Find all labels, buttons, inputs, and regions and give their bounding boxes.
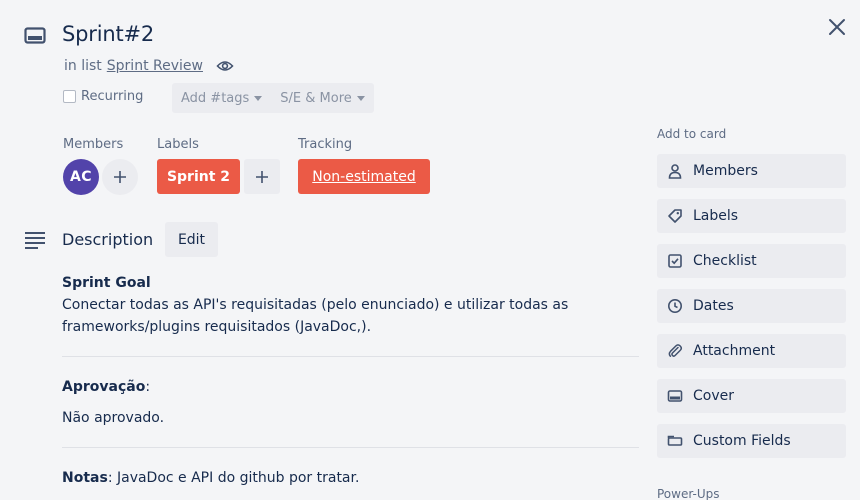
checklist-icon xyxy=(668,254,682,268)
cover-icon xyxy=(667,390,683,402)
notes-title: Notas xyxy=(62,470,108,486)
approval-title: Aprovação xyxy=(62,379,146,395)
approval-value: Não aprovado. xyxy=(62,410,165,426)
recurring-toggle[interactable]: Recurring xyxy=(63,89,143,104)
sidebar-custom-fields-button[interactable]: Custom Fields xyxy=(657,424,846,458)
label-sprint-2[interactable]: Sprint 2 xyxy=(157,159,240,194)
plus-icon xyxy=(256,170,268,183)
paperclip-icon xyxy=(668,344,683,357)
list-link[interactable]: Sprint Review xyxy=(107,58,203,74)
edit-description-button[interactable]: Edit xyxy=(165,222,218,257)
tracking-heading: Tracking xyxy=(298,137,353,152)
add-tags-label: Add #tags xyxy=(181,90,250,106)
description-body[interactable]: Sprint Goal Conectar todas as API's requ… xyxy=(62,272,639,489)
chevron-down-icon xyxy=(254,95,263,101)
sidebar-cover-label: Cover xyxy=(693,388,734,404)
sidebar-dates-button[interactable]: Dates xyxy=(657,289,846,323)
se-more-button[interactable]: S/E & More xyxy=(271,83,373,113)
add-tags-button[interactable]: Add #tags xyxy=(172,83,271,113)
description-heading: Description xyxy=(62,230,154,249)
sidebar-attachment-button[interactable]: Attachment xyxy=(657,334,846,368)
divider xyxy=(62,356,639,357)
add-to-card-sidebar: Add to card Members Labels Checklist Dat… xyxy=(657,127,846,458)
add-label-button[interactable] xyxy=(244,159,280,194)
card-icon xyxy=(24,27,46,44)
list-breadcrumb: in list Sprint Review xyxy=(64,58,234,74)
custom-fields-icon xyxy=(667,435,683,446)
add-member-button[interactable] xyxy=(102,159,138,195)
sprint-goal-title: Sprint Goal xyxy=(62,275,151,291)
sidebar-labels-button[interactable]: Labels xyxy=(657,199,846,233)
sidebar-dates-label: Dates xyxy=(693,298,734,314)
sidebar-checklist-button[interactable]: Checklist xyxy=(657,244,846,278)
members-heading: Members xyxy=(63,137,124,152)
chevron-down-icon xyxy=(356,95,365,101)
plus-icon xyxy=(114,171,126,183)
description-icon xyxy=(25,232,45,249)
se-more-label: S/E & More xyxy=(280,90,352,106)
avatar[interactable]: AC xyxy=(63,159,99,195)
sidebar-checklist-label: Checklist xyxy=(693,253,757,269)
person-icon xyxy=(668,164,682,179)
tracking-estimate-button[interactable]: Non-estimated xyxy=(298,159,430,194)
notes-text: : JavaDoc e API do github por tratar. xyxy=(107,470,360,486)
sidebar-attachment-label: Attachment xyxy=(693,343,776,359)
sprint-goal-text: Conectar todas as API's requisitadas (pe… xyxy=(62,297,569,335)
add-to-card-heading: Add to card xyxy=(657,127,727,141)
close-icon[interactable] xyxy=(826,16,848,38)
divider xyxy=(62,447,639,448)
eye-icon[interactable] xyxy=(216,59,234,73)
labels-heading: Labels xyxy=(157,137,199,152)
sidebar-labels-label: Labels xyxy=(693,208,739,224)
recurring-label: Recurring xyxy=(81,89,144,104)
tag-icon xyxy=(668,209,682,223)
power-ups-heading: Power-Ups xyxy=(657,487,720,500)
clock-icon xyxy=(668,299,682,313)
recurring-checkbox[interactable] xyxy=(63,90,76,103)
sidebar-members-label: Members xyxy=(693,163,758,179)
in-list-prefix: in list xyxy=(64,58,102,74)
card-title[interactable]: Sprint#2 xyxy=(62,22,154,46)
approval-colon: : xyxy=(145,379,151,395)
sidebar-members-button[interactable]: Members xyxy=(657,154,846,188)
sidebar-cover-button[interactable]: Cover xyxy=(657,379,846,413)
sidebar-custom-fields-label: Custom Fields xyxy=(693,433,791,449)
tag-toolbar: Add #tags S/E & More xyxy=(172,83,374,113)
